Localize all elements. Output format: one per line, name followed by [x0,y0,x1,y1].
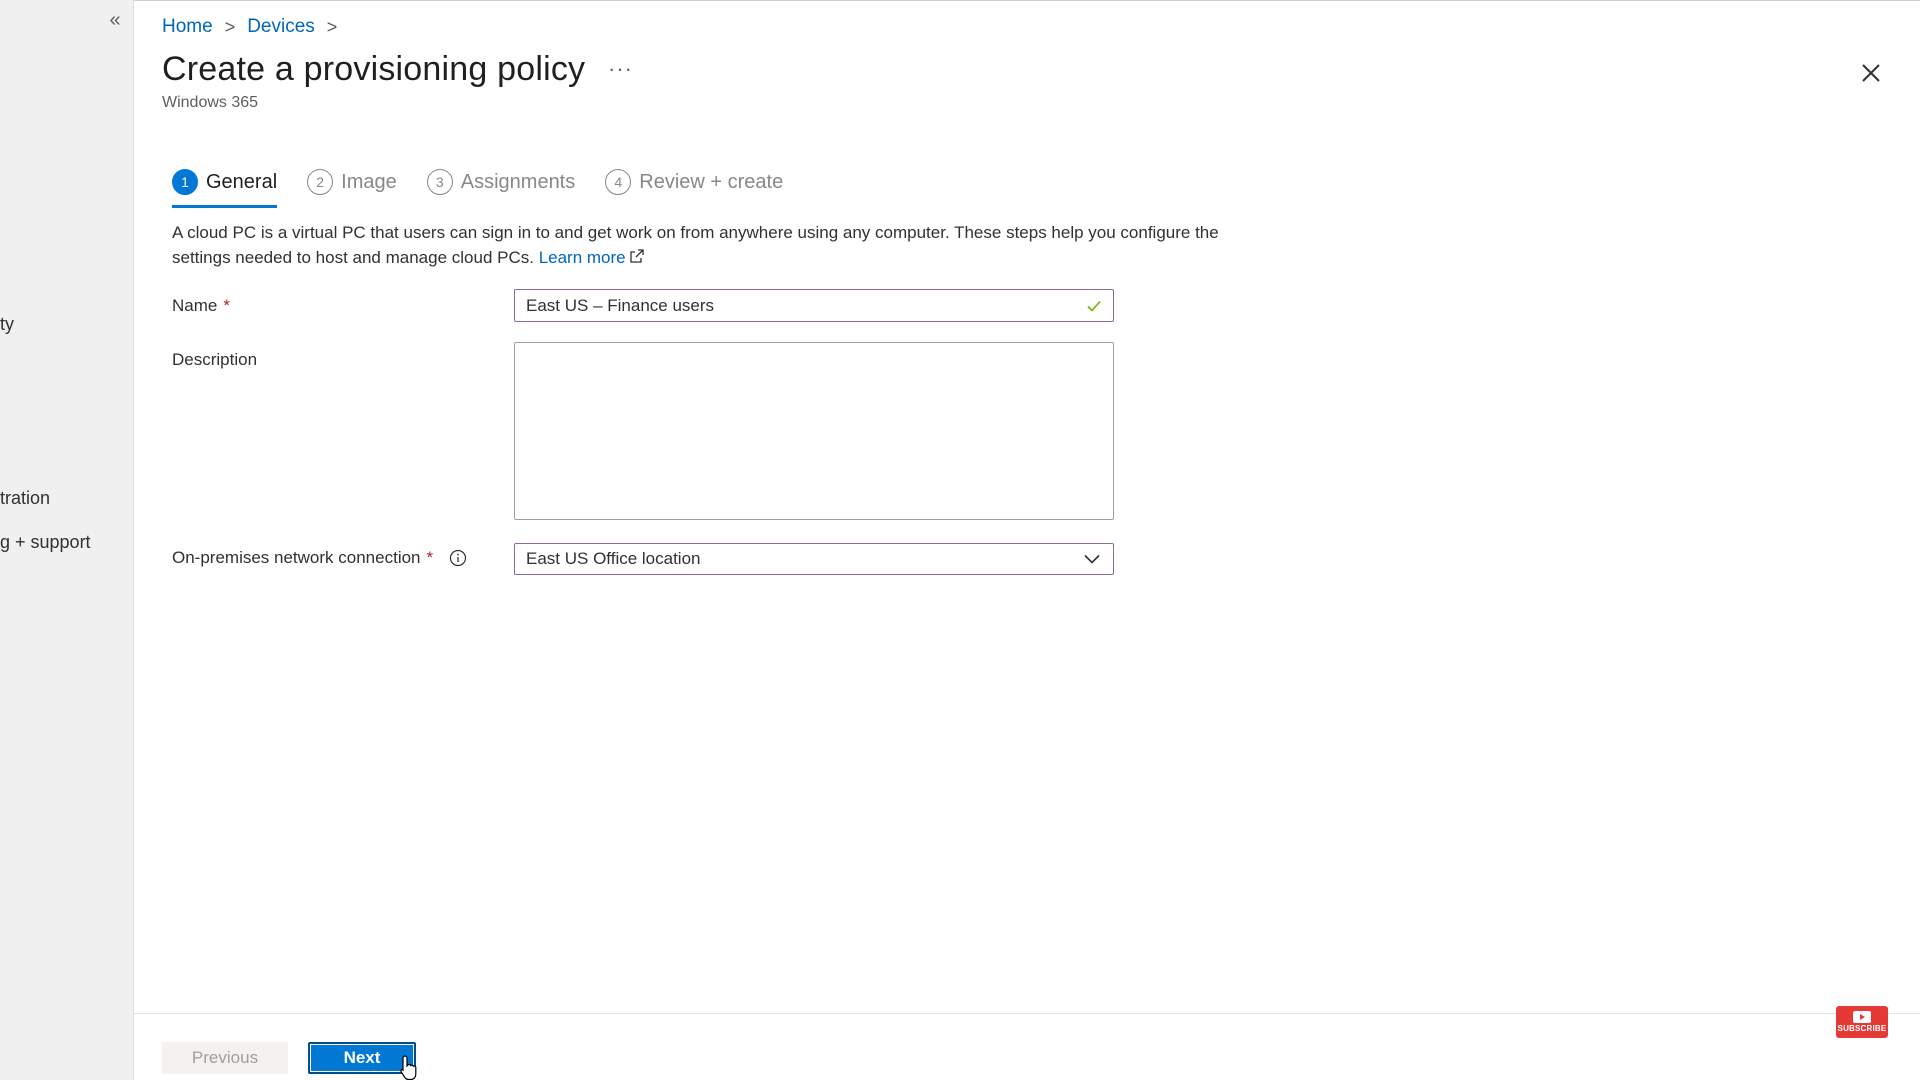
wizard-steps: 1 General 2 Image 3 Assignments 4 Review… [172,162,783,208]
chevron-right-icon: > [224,16,236,37]
check-icon [1087,300,1101,312]
learn-more-link[interactable]: Learn more [539,248,626,267]
left-nav-sidebar: « ty tration g + support [0,0,134,1080]
more-icon: ··· [608,56,633,81]
breadcrumb-home-link[interactable]: Home [162,16,213,38]
name-label-text: Name [172,296,218,315]
sidebar-item[interactable]: g + support [0,532,91,553]
tab-label: General [206,170,278,193]
name-label: Name * [172,296,230,316]
description-textarea[interactable] [514,342,1114,520]
tab-review-create[interactable]: 4 Review + create [605,162,783,202]
tab-label: Review + create [639,170,784,193]
page-title: Create a provisioning policy [162,50,586,88]
description-label-text: Description [172,350,258,369]
collapse-sidebar-button[interactable]: « [104,10,126,32]
sidebar-item[interactable]: tration [0,488,50,509]
sidebar-item[interactable]: ty [0,314,14,335]
tab-label: Image [341,170,397,193]
required-asterisk: * [223,296,230,315]
tab-general[interactable]: 1 General [172,162,278,208]
wizard-footer: Previous Next [134,1013,1920,1080]
tab-label: Assignments [460,170,576,193]
chevron-down-icon [1084,554,1100,564]
step-number: 2 [307,169,334,195]
tab-assignments[interactable]: 3 Assignments [426,162,576,202]
page-subtitle: Windows 365 [162,94,259,111]
name-field[interactable]: East US – Finance users [514,289,1114,322]
play-icon [1853,1011,1871,1023]
intro-body: A cloud PC is a virtual PC that users ca… [172,223,1219,267]
main-pane: Home > Devices > Create a provisioning p… [134,0,1920,1080]
network-label-text: On-premises network connection [172,548,421,567]
tab-image[interactable]: 2 Image [307,162,397,202]
close-icon [1862,64,1880,82]
step-number: 3 [426,169,453,195]
breadcrumb: Home > Devices > [162,16,337,38]
chevron-right-icon: > [326,16,338,37]
more-actions-button[interactable]: ··· [608,56,633,82]
network-connection-value: East US Office location [526,549,701,568]
subscribe-label: SUBSCRIBE [1837,1024,1887,1033]
step-number: 4 [605,169,632,195]
step-number: 1 [172,169,198,195]
description-label: Description [172,350,257,370]
required-asterisk: * [426,548,434,567]
previous-button[interactable]: Previous [162,1042,288,1074]
pointer-cursor-icon [400,1055,417,1080]
breadcrumb-devices-link[interactable]: Devices [247,16,315,38]
info-icon[interactable] [449,549,467,567]
subscribe-badge[interactable]: SUBSCRIBE [1836,1006,1888,1038]
network-connection-dropdown[interactable]: East US Office location [514,543,1114,575]
network-connection-label: On-premises network connection * [172,548,467,568]
name-field-value: East US – Finance users [526,295,715,315]
chevron-double-left-icon: « [109,9,121,31]
external-link-icon [629,249,644,263]
close-button[interactable] [1858,60,1884,86]
intro-text: A cloud PC is a virtual PC that users ca… [172,220,1252,270]
